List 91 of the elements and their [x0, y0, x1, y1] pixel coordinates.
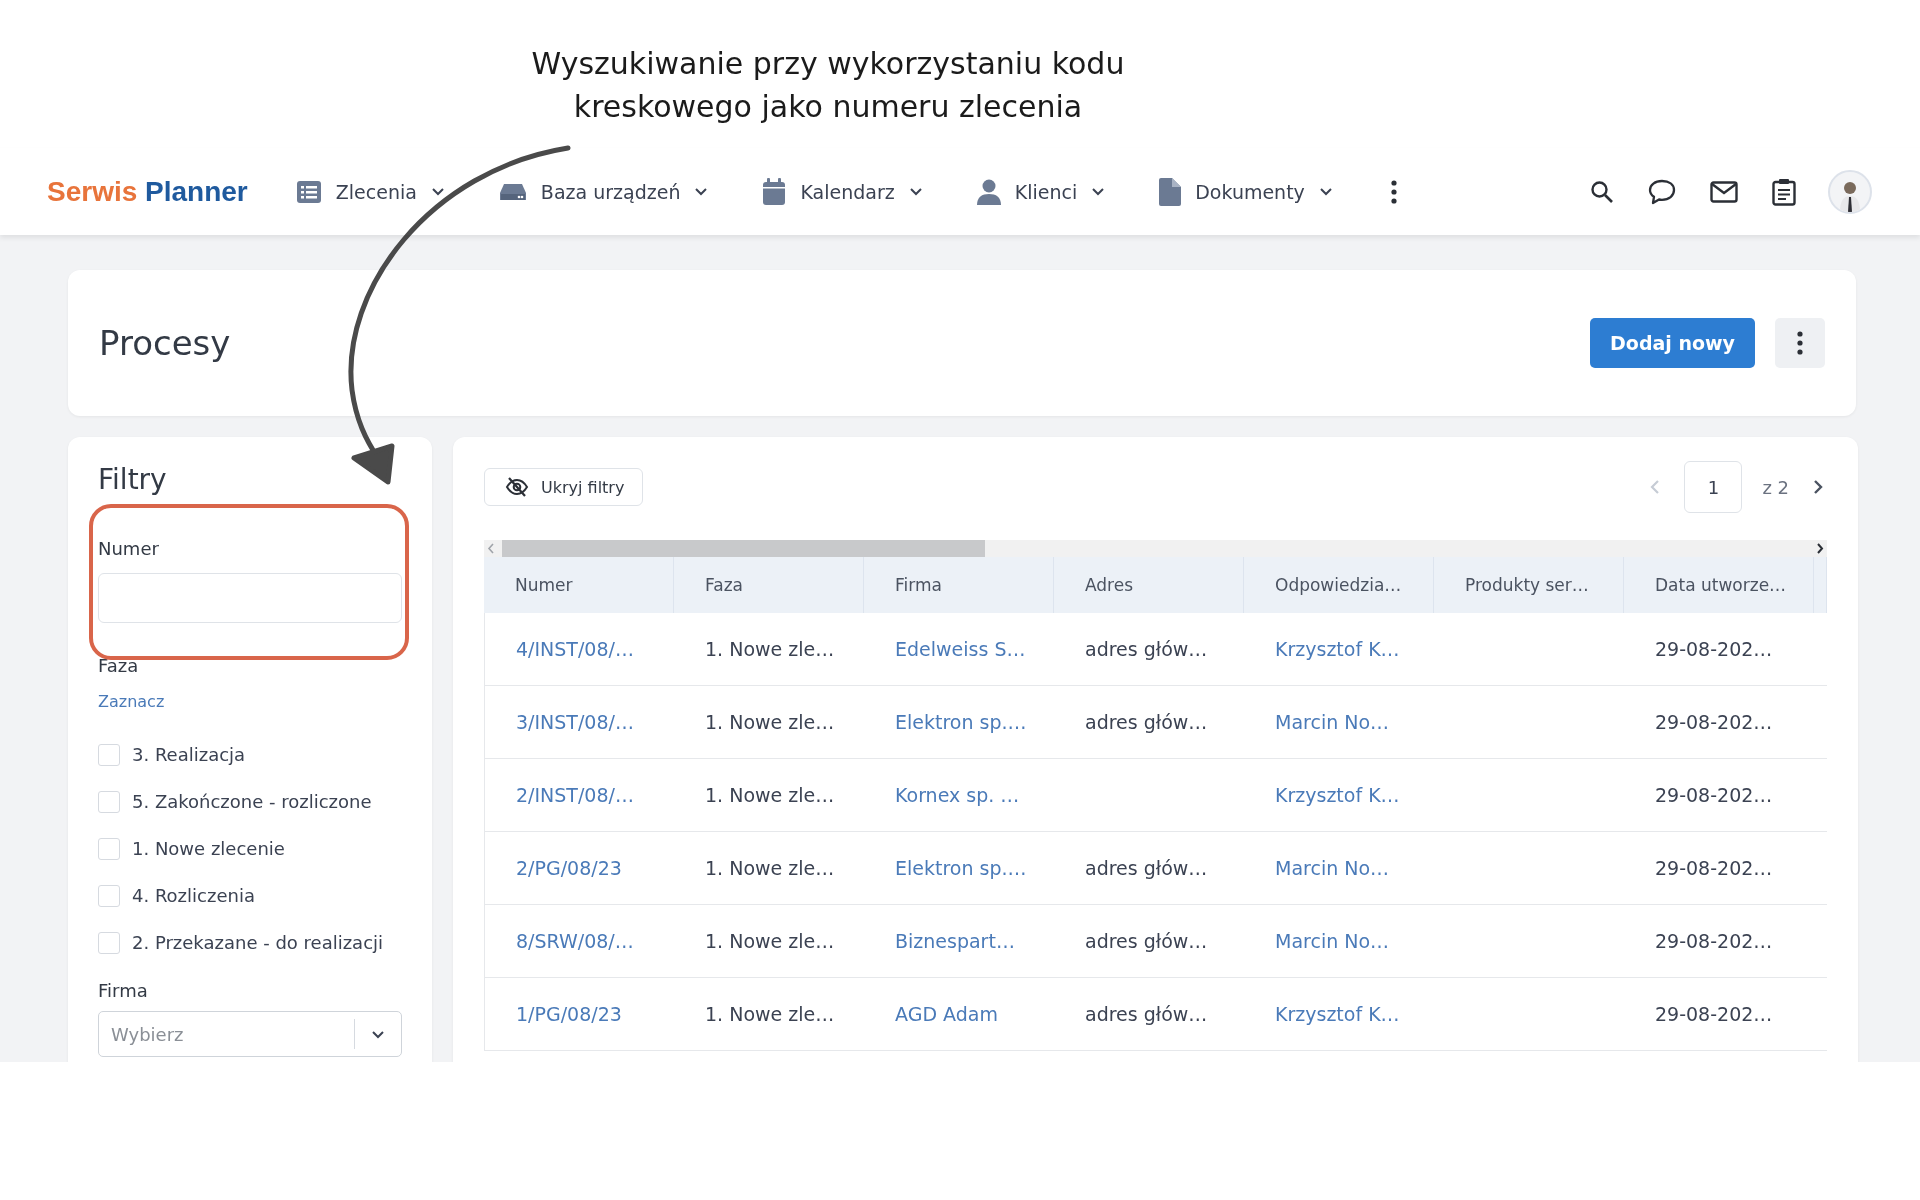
- table-cell-text: 29-08-202…: [1654, 929, 1774, 954]
- checkbox[interactable]: [98, 837, 120, 860]
- person-icon: [976, 178, 1001, 205]
- checkbox-label: 4. Rozliczenia: [132, 885, 255, 906]
- add-new-button[interactable]: Dodaj nowy: [1590, 318, 1755, 368]
- hard-drive-icon: [498, 181, 527, 202]
- checkbox-label: 3. Realizacja: [132, 744, 246, 765]
- table-link[interactable]: 2/INST/08/…: [484, 759, 674, 831]
- scroll-left-icon[interactable]: [487, 543, 495, 554]
- table-cell-text: 1. Nowe zle…: [704, 637, 836, 662]
- table-cell-text: adres głów…: [1084, 856, 1209, 881]
- table-cell-text: 29-08-202…: [1654, 856, 1774, 881]
- annotation-caption: Wyszukiwanie przy wykorzystaniu kodu: [531, 45, 1125, 83]
- chevron-down-icon: [908, 187, 923, 196]
- checkbox[interactable]: [98, 931, 120, 954]
- mail-icon[interactable]: [1708, 178, 1740, 205]
- table-link[interactable]: 3/INST/08/…: [484, 686, 674, 758]
- table-link[interactable]: Edelweiss S…: [864, 613, 1054, 685]
- table-cell-text: 1. Nowe zle…: [704, 710, 836, 735]
- table-link[interactable]: 4/INST/08/…: [484, 613, 674, 685]
- chevron-down-icon: [371, 1029, 385, 1039]
- nav-menu-item[interactable]: Dokumenty: [1155, 173, 1337, 210]
- number-input-field[interactable]: [98, 573, 402, 623]
- table-link[interactable]: Biznespart…: [864, 905, 1054, 977]
- table-cell-text: 29-08-202…: [1654, 637, 1774, 662]
- field-label: Faza: [98, 655, 140, 676]
- checkbox[interactable]: [98, 743, 120, 766]
- table-link[interactable]: Marcin No…: [1244, 832, 1434, 904]
- company-select[interactable]: Wybierz: [98, 1011, 402, 1057]
- calendar-icon: [762, 177, 787, 206]
- eye-slash-icon: [505, 477, 529, 497]
- table-cell-text: adres głów…: [1084, 929, 1209, 954]
- column-header[interactable]: Adres: [1054, 557, 1244, 613]
- table-link[interactable]: Elektron sp.…: [864, 686, 1054, 758]
- scroll-right-icon[interactable]: [1816, 543, 1824, 554]
- checkbox-label: 5. Zakończone - rozliczone: [132, 791, 372, 812]
- table-cell-text: 29-08-202…: [1654, 783, 1774, 808]
- field-label: Firma: [98, 980, 149, 1001]
- field-label: Numer: [98, 538, 160, 559]
- checkbox[interactable]: [98, 790, 120, 813]
- table-cell-text: adres głów…: [1084, 637, 1209, 662]
- chevron-down-icon: [1318, 187, 1333, 196]
- more-options-button[interactable]: [1775, 318, 1825, 368]
- table-cell-text: 1. Nowe zle…: [704, 783, 836, 808]
- column-header[interactable]: Odpowiedzia…: [1244, 557, 1434, 613]
- table-cell-text: 1. Nowe zle…: [704, 856, 836, 881]
- user-avatar[interactable]: [1828, 169, 1872, 214]
- column-header[interactable]: Firma: [864, 557, 1054, 613]
- table-link[interactable]: 1/PG/08/23: [484, 978, 674, 1050]
- checkbox-label: 1. Nowe zlecenie: [132, 838, 285, 859]
- table-link[interactable]: Marcin No…: [1244, 905, 1434, 977]
- nav-menu-item[interactable]: Klienci: [972, 174, 1110, 209]
- horizontal-scrollbar[interactable]: [484, 540, 1827, 557]
- table-link[interactable]: Krzysztof K…: [1244, 978, 1434, 1050]
- annotation-caption: kreskowego jako numeru zlecenia: [573, 88, 1083, 126]
- logo[interactable]: Serwis Planner: [47, 175, 248, 208]
- table-cell-text: 29-08-202…: [1654, 710, 1774, 735]
- document-icon: [1159, 177, 1182, 206]
- table-link[interactable]: 2/PG/08/23: [484, 832, 674, 904]
- page-count: z 2: [1762, 476, 1789, 498]
- page-input-field[interactable]: 1: [1684, 461, 1743, 513]
- list-icon: [295, 179, 322, 204]
- table-link[interactable]: Krzysztof K…: [1244, 613, 1434, 685]
- table-link[interactable]: Elektron sp.…: [864, 832, 1054, 904]
- chevron-down-icon: [1091, 187, 1106, 196]
- column-header[interactable]: Numer: [484, 557, 674, 613]
- checkbox[interactable]: [98, 884, 120, 907]
- nav-menu-item[interactable]: Baza urządzeń: [494, 176, 713, 207]
- checkbox-label: 2. Przekazane - do realizacji: [132, 932, 384, 953]
- table-link[interactable]: Krzysztof K…: [1244, 759, 1434, 831]
- chevron-down-icon: [430, 187, 445, 196]
- table-link[interactable]: 8/SRW/08/…: [484, 905, 674, 977]
- nav-menu-item[interactable]: Kalendarz: [758, 173, 927, 210]
- chevron-down-icon: [694, 187, 709, 196]
- column-header[interactable]: Produkty ser…: [1434, 557, 1624, 613]
- page-title: Procesy: [99, 323, 231, 363]
- column-header[interactable]: Data utworze…: [1624, 557, 1814, 613]
- table-cell-text: 29-08-202…: [1654, 1002, 1774, 1027]
- table-cell-text: adres głów…: [1084, 1002, 1209, 1027]
- kebab-icon: [1797, 331, 1803, 355]
- select-all-link[interactable]: Zaznacz: [98, 692, 165, 711]
- table-link[interactable]: Marcin No…: [1244, 686, 1434, 758]
- table-cell-text: 1. Nowe zle…: [704, 929, 836, 954]
- hide-filters-button[interactable]: Ukryj filtry: [484, 468, 644, 506]
- table-link[interactable]: Kornex sp. …: [864, 759, 1054, 831]
- table-cell-text: 1. Nowe zle…: [704, 1002, 836, 1027]
- table-cell-text: adres głów…: [1084, 710, 1209, 735]
- nav-menu-item[interactable]: Zlecenia: [291, 175, 449, 208]
- filters-title: Filtry: [98, 463, 168, 496]
- table-link[interactable]: AGD Adam: [864, 978, 1054, 1050]
- column-header[interactable]: Faza: [674, 557, 864, 613]
